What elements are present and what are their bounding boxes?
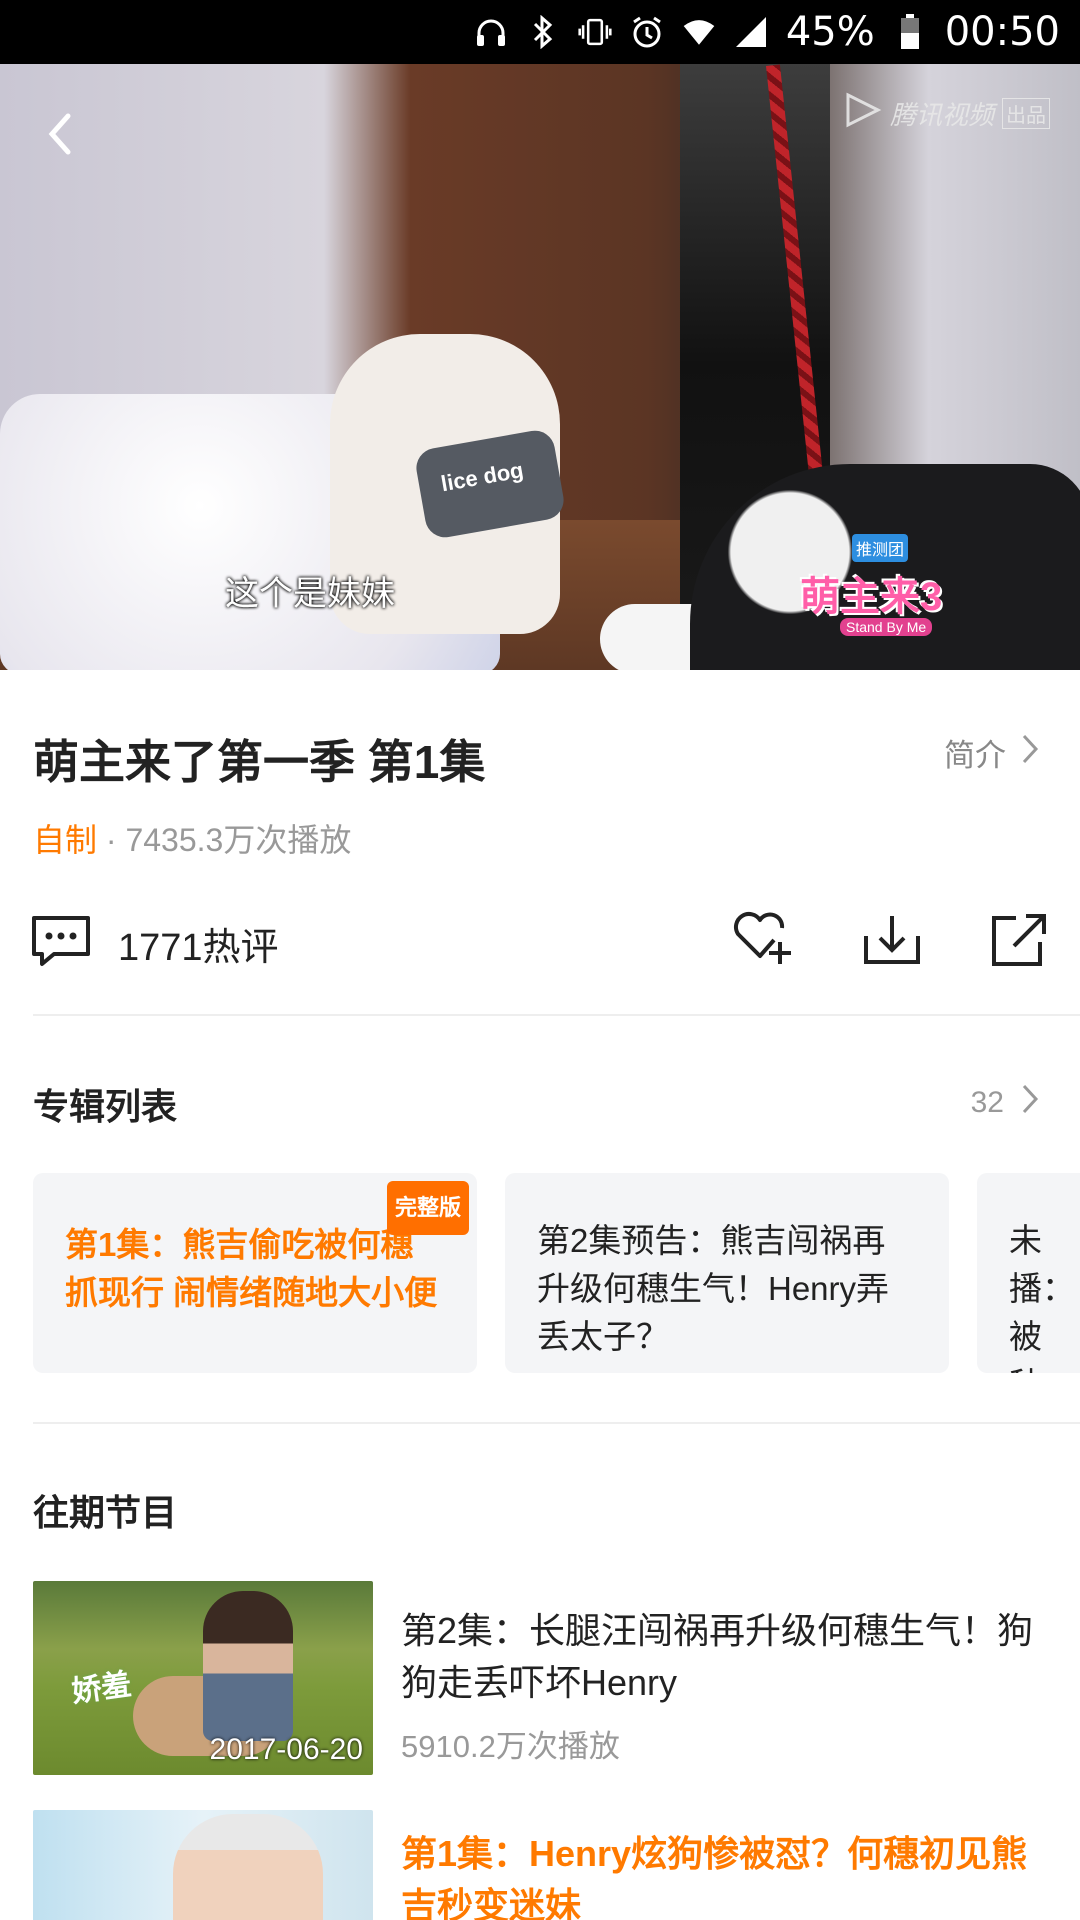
album-episode-row[interactable]: 完整版 第1集：熊吉偷吃被何穗抓现行 闹情绪随地大小便 第2集预告：熊吉闯祸再升… bbox=[33, 1173, 1080, 1373]
chevron-right-icon bbox=[1020, 1082, 1040, 1124]
bluetooth-icon bbox=[526, 15, 560, 49]
intro-label: 简介 bbox=[944, 738, 1006, 773]
full-version-badge: 完整版 bbox=[386, 1181, 469, 1235]
past-episode-item[interactable]: 娇羞 2017-06-20 第2集：长腿汪闯祸再升级何穗生气！狗狗走丢吓坏Hen… bbox=[33, 1581, 1080, 1775]
clock: 00:50 bbox=[944, 9, 1060, 55]
video-subtitle: 这个是妹妹 bbox=[225, 575, 395, 613]
album-list-more[interactable]: 32 bbox=[971, 1082, 1040, 1124]
watermark-brand: 腾讯视频 bbox=[889, 100, 994, 130]
status-icons: 45% 00:50 bbox=[474, 0, 1060, 64]
thumbnail-caption: 娇羞 bbox=[69, 1667, 134, 1709]
episode-card[interactable]: 未播：被秒：绎“重 bbox=[977, 1173, 1080, 1373]
episode-card[interactable]: 第2集预告：熊吉闯祸再升级何穗生气！Henry弄丢太子？ bbox=[505, 1173, 949, 1373]
thumbnail-person bbox=[173, 1814, 323, 1920]
chevron-left-icon bbox=[40, 113, 80, 168]
vest-text: lice dog bbox=[439, 457, 526, 497]
episode-title: 萌主来了第一季 第1集 bbox=[33, 736, 486, 788]
show-logo: 推测团 萌主来3 Stand By Me bbox=[800, 534, 960, 654]
show-logo-sub: Stand By Me bbox=[840, 618, 933, 636]
thumbnail-person bbox=[203, 1591, 293, 1741]
tencent-video-play-icon bbox=[842, 92, 882, 135]
episode-meta: 自制 · 7435.3万次播放 bbox=[33, 815, 351, 861]
video-watermark: 腾讯视频 出品 bbox=[842, 92, 1050, 135]
view-count: 7435.3万次播放 bbox=[125, 822, 352, 858]
chevron-right-icon bbox=[1020, 732, 1040, 774]
status-bar: 45% 00:50 bbox=[0, 0, 1080, 64]
past-episode-title: 第1集：Henry炫狗惨被怼？何穗初见熊吉秒变迷妹 bbox=[401, 1833, 1028, 1920]
headphones-icon bbox=[474, 15, 508, 49]
album-list-title: 专辑列表 bbox=[33, 1086, 178, 1127]
episode-card-title: 第1集：熊吉偷吃被何穗抓现行 闹情绪随地大小便 bbox=[65, 1226, 438, 1311]
back-button[interactable] bbox=[40, 104, 90, 164]
show-logo-text: 萌主来3 bbox=[800, 575, 943, 619]
vibrate-icon bbox=[578, 15, 612, 49]
comments-count[interactable]: 1771热评 bbox=[118, 916, 279, 971]
album-episode-count: 32 bbox=[970, 1086, 1004, 1119]
favorite-add-icon[interactable] bbox=[730, 910, 794, 970]
episode-thumbnail: 娇羞 2017-06-20 bbox=[33, 1581, 373, 1775]
comment-icon[interactable] bbox=[30, 914, 92, 968]
past-episodes-title: 往期节目 bbox=[33, 1492, 178, 1533]
video-player[interactable]: lice dog 推测团 萌主来3 Stand By Me 腾讯视频 出品 这个… bbox=[0, 64, 1080, 670]
action-bar: 1771热评 bbox=[0, 900, 1080, 980]
download-icon[interactable] bbox=[860, 910, 924, 970]
wifi-icon bbox=[682, 15, 716, 49]
battery-icon bbox=[893, 14, 927, 49]
episode-card[interactable]: 完整版 第1集：熊吉偷吃被何穗抓现行 闹情绪随地大小便 bbox=[33, 1173, 477, 1373]
self-made-tag: 自制 bbox=[33, 822, 98, 858]
meta-separator: · bbox=[97, 822, 126, 858]
alarm-icon bbox=[630, 15, 664, 49]
past-episode-views: 5910.2万次播放 bbox=[401, 1729, 620, 1764]
signal-icon bbox=[734, 15, 768, 49]
share-icon[interactable] bbox=[988, 910, 1052, 970]
episode-thumbnail bbox=[33, 1810, 373, 1920]
past-episode-title: 第2集：长腿汪闯祸再升级何穗生气！狗狗走丢吓坏Henry bbox=[401, 1610, 1034, 1703]
watermark-suffix: 出品 bbox=[1002, 98, 1050, 129]
episode-date: 2017-06-20 bbox=[209, 1733, 363, 1766]
battery-percent: 45% bbox=[785, 9, 875, 55]
show-logo-top: 推测团 bbox=[852, 534, 909, 562]
episode-card-title: 未播：被秒：绎“重 bbox=[1009, 1222, 1075, 1373]
intro-link[interactable]: 简介 bbox=[944, 730, 1040, 775]
divider bbox=[33, 1014, 1080, 1016]
past-episode-item[interactable]: 第1集：Henry炫狗惨被怼？何穗初见熊吉秒变迷妹 bbox=[33, 1810, 1080, 1920]
divider bbox=[33, 1422, 1080, 1424]
episode-card-title: 第2集预告：熊吉闯祸再升级何穗生气！Henry弄丢太子？ bbox=[537, 1222, 890, 1355]
